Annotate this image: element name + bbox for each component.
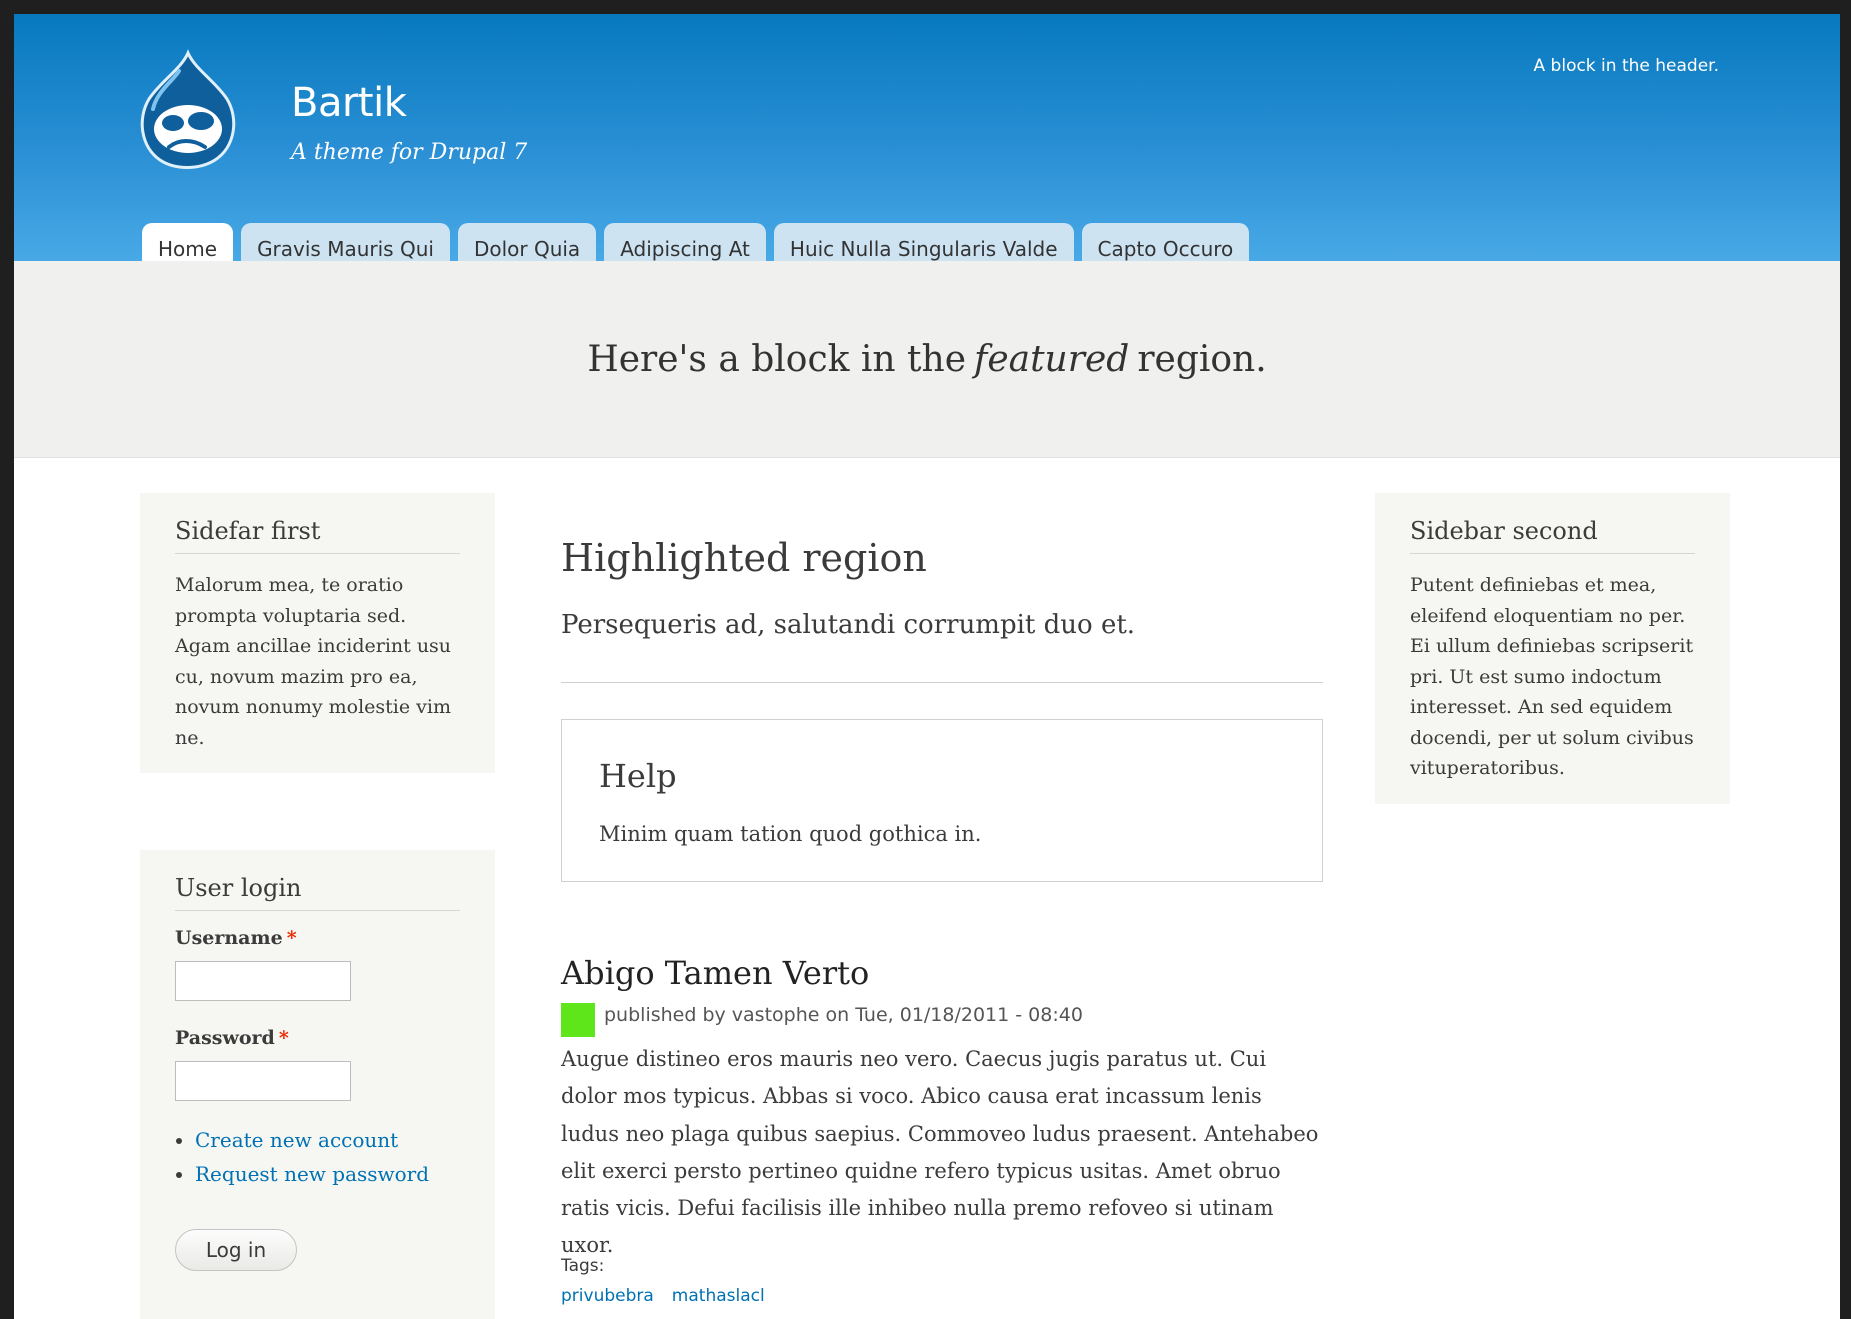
tag-link[interactable]: privubebra (561, 1286, 654, 1306)
tag-link[interactable]: mathaslacl (672, 1286, 765, 1306)
password-label: Password * (175, 1027, 460, 1049)
site-slogan: A theme for Drupal 7 (291, 140, 528, 165)
tags-list: privubebra mathaslacl (561, 1286, 765, 1306)
highlighted-text: Persequeris ad, salutandi corrumpit duo … (561, 610, 1136, 640)
submitted-info: published by vastophe on Tue, 01/18/2011… (604, 1004, 1083, 1026)
request-password-link[interactable]: Request new password (195, 1162, 429, 1186)
password-input[interactable] (175, 1061, 351, 1101)
password-label-text: Password (175, 1027, 275, 1049)
user-links-list: Create new account Request new password (175, 1123, 460, 1191)
author-picture[interactable] (561, 1003, 595, 1037)
featured-text-after: region. (1137, 338, 1267, 380)
help-region: Help Minim quam tation quod gothica in. (561, 719, 1323, 882)
featured-region: Here's a block in the featured region. (14, 261, 1840, 458)
featured-text-before: Here's a block in the (587, 338, 966, 380)
header-block: A block in the header. (1533, 56, 1719, 76)
required-marker: * (286, 927, 297, 949)
sidebar-first-title: Sidefar first (175, 517, 460, 554)
create-account-link[interactable]: Create new account (195, 1128, 398, 1152)
help-title: Help (599, 757, 677, 795)
sidebar-first-block: Sidefar first Malorum mea, te oratio pro… (140, 493, 495, 773)
sidebar-second-block: Sidebar second Putent definiebas et mea,… (1375, 493, 1730, 804)
divider (561, 682, 1323, 683)
site-name[interactable]: Bartik (291, 80, 407, 126)
featured-text-emphasis: featured (974, 338, 1130, 380)
username-input[interactable] (175, 961, 351, 1001)
user-login-title: User login (175, 874, 460, 911)
list-item: Request new password (195, 1157, 460, 1191)
site-header: Bartik A theme for Drupal 7 A block in t… (14, 14, 1840, 275)
user-login-block: User login Username* Password* Create ne… (140, 850, 495, 1319)
tags-label: Tags: (561, 1256, 605, 1276)
article-body: Augue distineo eros mauris neo vero. Cae… (561, 1047, 1319, 1258)
help-text: Minim quam tation quod gothica in. (599, 822, 982, 846)
drupal-logo-icon[interactable] (135, 47, 241, 171)
login-button[interactable]: Log in (175, 1229, 297, 1271)
sidebar-second-title: Sidebar second (1410, 517, 1695, 554)
username-label-text: Username (175, 927, 283, 949)
required-marker: * (278, 1027, 289, 1049)
sidebar-first-text: Malorum mea, te oratio prompta voluptari… (175, 574, 452, 749)
article-title-link[interactable]: Abigo Tamen Verto (561, 954, 869, 992)
username-label: Username * (175, 927, 460, 949)
sidebar-second-text: Putent definiebas et mea, eleifend eloqu… (1410, 574, 1694, 779)
browser-page: Bartik A theme for Drupal 7 A block in t… (14, 14, 1840, 1319)
highlighted-title: Highlighted region (561, 536, 927, 580)
list-item: Create new account (195, 1123, 460, 1157)
